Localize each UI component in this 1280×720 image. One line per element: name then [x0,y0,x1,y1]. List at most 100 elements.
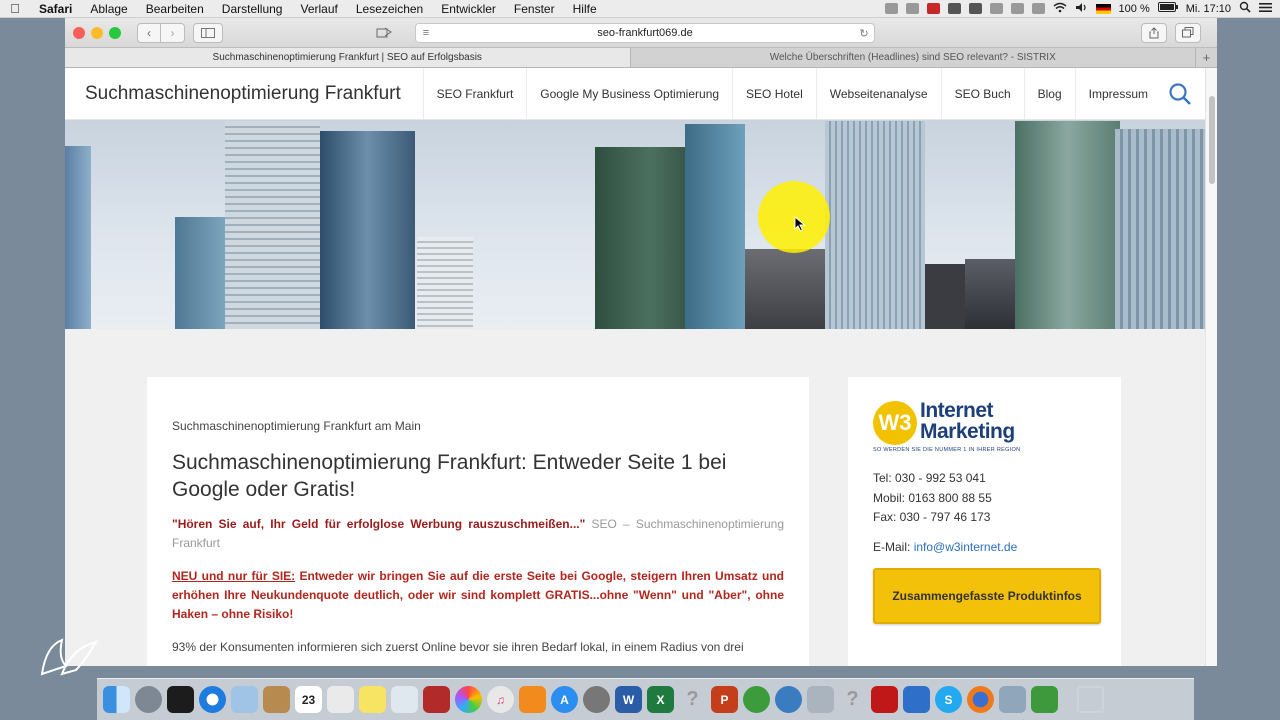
sidebar-toggle-button[interactable] [193,22,223,43]
nav-seo-hotel[interactable]: SEO Hotel [732,68,816,119]
screenshot-icon[interactable] [999,686,1026,713]
tray-app-icon[interactable] [926,3,940,14]
safari-window: ‹ › ≡ seo-frankfurt069.de ↻ Suchmaschine… [65,18,1217,666]
reload-icon[interactable]: ↻ [854,27,874,40]
tray-app-icon[interactable] [905,3,919,14]
ibooks-icon[interactable] [519,686,546,713]
zoom-window-button[interactable] [109,26,121,39]
nav-webseitenanalyse[interactable]: Webseitenanalyse [815,68,941,119]
reader-view-icon[interactable]: ≡ [416,27,436,39]
menu-verlauf[interactable]: Verlauf [291,2,346,16]
notification-center-icon[interactable] [1259,2,1272,16]
preview-icon[interactable] [231,686,258,713]
menu-fenster[interactable]: Fenster [505,2,564,16]
app-store-icon[interactable]: A [551,686,578,713]
firefox-icon[interactable] [967,686,994,713]
reader-extension-button[interactable] [370,23,398,43]
nav-blog[interactable]: Blog [1023,68,1075,119]
stickies-icon[interactable] [359,686,386,713]
volume-icon[interactable] [1075,2,1088,16]
forward-button[interactable]: › [161,22,185,43]
time-machine-icon[interactable] [1010,3,1024,14]
address-url[interactable]: seo-frankfurt069.de [436,27,854,39]
tab-sistrix[interactable]: Welche Überschriften (Headlines) sind SE… [629,48,1196,67]
safari-icon[interactable] [199,686,226,713]
mission-control-icon[interactable] [167,686,194,713]
help-icon[interactable]: ? [679,686,706,713]
bluetooth-icon[interactable] [1031,3,1045,14]
teamviewer-icon[interactable] [903,686,930,713]
product-info-button[interactable]: Zusammengefasste Produktinfos [873,567,1101,624]
site-search-button[interactable] [1161,68,1199,119]
help-icon-2[interactable]: ? [839,686,866,713]
notes-icon[interactable] [263,686,290,713]
menu-safari[interactable]: Safari [30,2,81,16]
textedit-icon[interactable] [391,686,418,713]
menu-ablage[interactable]: Ablage [81,2,136,16]
reminders-icon[interactable] [327,686,354,713]
launchpad-icon[interactable] [135,686,162,713]
new-tab-button[interactable]: + [1195,48,1217,67]
nav-impressum[interactable]: Impressum [1074,68,1161,119]
spotlight-icon[interactable] [1239,1,1251,16]
extension-icon [376,27,392,37]
tray-app-icon[interactable] [884,3,898,14]
nav-seo-buch[interactable]: SEO Buch [940,68,1024,119]
utility-icon[interactable] [807,686,834,713]
minimize-window-button[interactable] [91,26,103,39]
article-kicker: Suchmaschinenoptimierung Frankfurt am Ma… [172,419,421,433]
clock[interactable]: Mi. 17:10 [1186,3,1231,15]
menu-hilfe[interactable]: Hilfe [564,2,606,16]
messenger-icon[interactable] [743,686,770,713]
scrollbar-thumb[interactable] [1209,96,1215,184]
email-link[interactable]: info@w3internet.de [914,540,1018,554]
browser-toolbar: ‹ › ≡ seo-frankfurt069.de ↻ [65,18,1217,48]
word-icon[interactable]: W [615,686,642,713]
battery-percent[interactable]: 100 % [1119,3,1150,15]
trash-icon[interactable] [1077,686,1104,713]
dock: 23 ♫ A W X ? P ? S [97,678,1194,720]
w3-internet-marketing-logo[interactable]: W3 Internet Marketing SO WERDEN SIE DIE … [873,399,1096,457]
calendar-icon[interactable]: 23 [295,686,322,713]
finder-icon[interactable] [103,686,130,713]
menu-darstellung[interactable]: Darstellung [213,2,292,16]
itunes-icon[interactable]: ♫ [487,686,514,713]
dropbox-icon[interactable] [968,3,982,14]
acrobat-icon[interactable] [871,686,898,713]
phone-number: Tel: 030 - 992 53 041 [873,471,986,485]
logo-line-2: Marketing [920,420,1015,443]
article-card: Suchmaschinenoptimierung Frankfurt am Ma… [147,377,809,666]
apple-icon[interactable]:  [0,1,30,16]
tray-app-icon[interactable] [989,3,1003,14]
wifi-icon[interactable] [1053,2,1067,16]
battery-icon[interactable] [1157,2,1178,15]
menu-lesezeichen[interactable]: Lesezeichen [347,2,432,16]
skype-icon[interactable]: S [935,686,962,713]
nav-google-my-business[interactable]: Google My Business Optimierung [526,68,732,119]
excel-icon[interactable]: X [647,686,674,713]
tab-overview-button[interactable] [1175,22,1201,43]
photobooth-icon[interactable] [423,686,450,713]
mobile-number: Mobil: 0163 800 88 55 [873,490,992,505]
nav-seo-frankfurt[interactable]: SEO Frankfurt [422,68,527,119]
sidebar-icon [201,27,215,38]
german-flag-icon[interactable] [1095,3,1111,14]
menu-entwickler[interactable]: Entwickler [432,2,505,16]
back-button[interactable]: ‹ [137,22,161,43]
network-icon[interactable] [775,686,802,713]
tab-seo-frankfurt[interactable]: Suchmaschinenoptimierung Frankfurt | SEO… [65,48,630,67]
page-scrollbar[interactable] [1205,68,1217,666]
powerpoint-icon[interactable]: P [711,686,738,713]
close-window-button[interactable] [73,26,85,39]
system-preferences-icon[interactable] [583,686,610,713]
share-button[interactable] [1141,22,1167,43]
photos-icon[interactable] [455,686,482,713]
address-bar[interactable]: ≡ seo-frankfurt069.de ↻ [415,23,875,43]
tabs-icon [1182,27,1194,38]
tray-app-icon[interactable] [947,3,961,14]
camtasia-icon[interactable] [1031,686,1058,713]
menu-bearbeiten[interactable]: Bearbeiten [137,2,213,16]
web-page: Suchmaschinenoptimierung Frankfurt SEO F… [65,68,1205,666]
site-navigation: SEO Frankfurt Google My Business Optimie… [422,68,1199,119]
site-title[interactable]: Suchmaschinenoptimierung Frankfurt [85,83,401,105]
